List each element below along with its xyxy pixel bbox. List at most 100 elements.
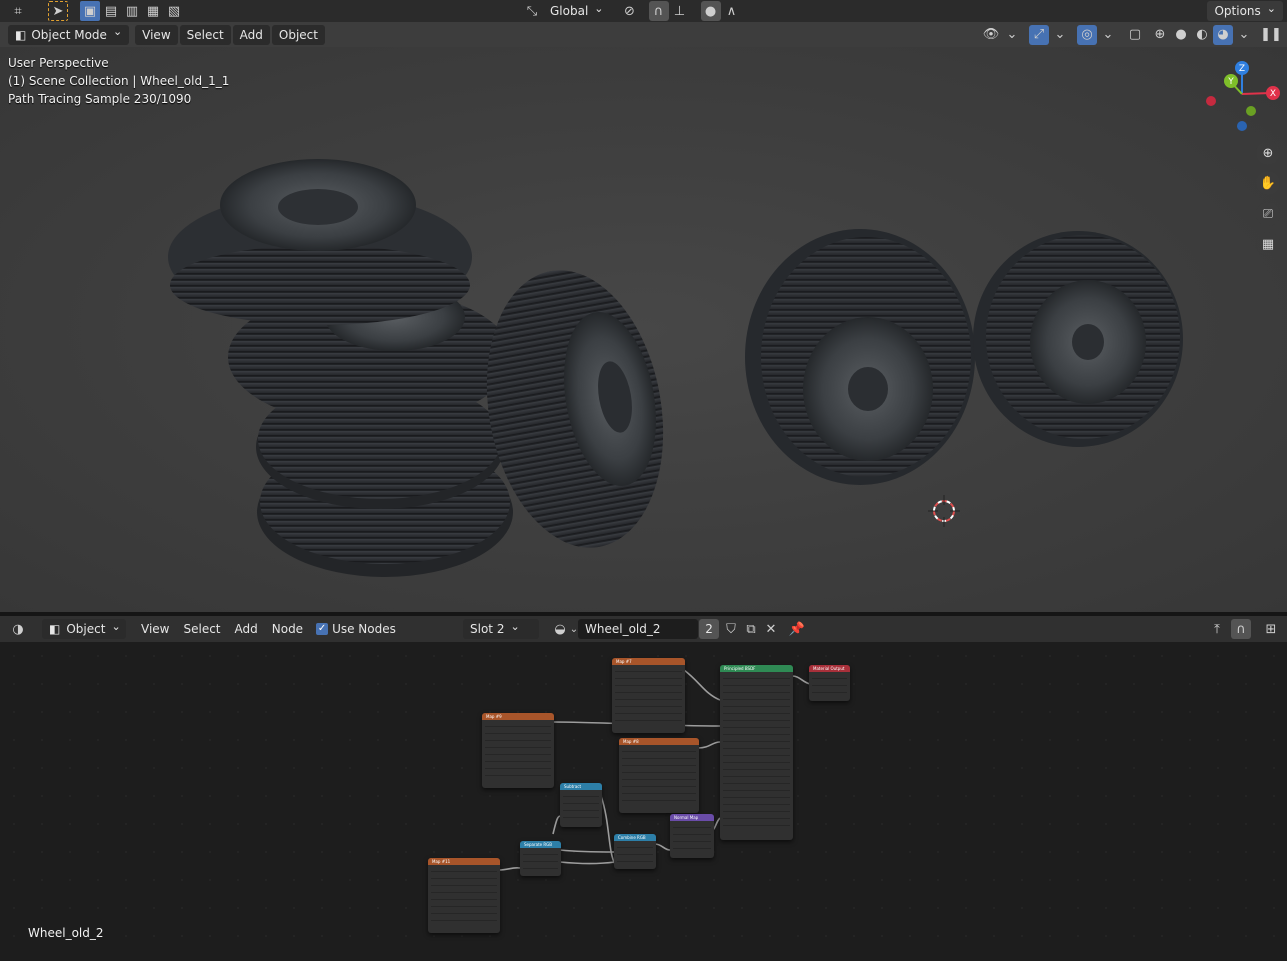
use-nodes-label: Use Nodes (332, 622, 396, 636)
pause-render-icon[interactable]: ❚❚ (1260, 25, 1282, 45)
viewport-shading-group: 👁 ⌄ ⤢ ⌄ ◎ ⌄ ▢ ⊕ ● ◐ ◕ ⌄ ❚❚ (981, 24, 1282, 45)
editor-type-icon[interactable]: ⌗ (8, 1, 28, 21)
node-header: Map #7 (612, 658, 685, 665)
pan-hand-icon[interactable]: ✋ (1256, 171, 1280, 195)
orientation-dropdown[interactable]: Global (543, 1, 611, 21)
shader-type-icon: ◧ (49, 622, 61, 636)
duplicate-material-icon[interactable]: ⧉ (741, 619, 761, 639)
math-subtract-node[interactable]: Subtract (560, 783, 602, 827)
xray-icon[interactable]: ▢ (1125, 25, 1145, 45)
ortho-grid-icon[interactable]: ▦ (1256, 232, 1280, 256)
node-header: Combine RGB (614, 834, 656, 841)
top-header: ⌗ ➤ ▣ ▤ ▥ ▦ ▧ ⤡ Global ⊘ ∩ ⊥ ● ∧ Options (0, 0, 1287, 22)
pivot-icon[interactable]: ⊘ (620, 1, 640, 21)
select-tool-icon[interactable]: ➤ (48, 1, 68, 21)
add-menu[interactable]: Add (232, 24, 270, 45)
node-editor-header: ◑ ◧ Object View Select Add Node ✓ Use No… (0, 616, 1287, 642)
overlay-toggle-icon[interactable]: ◎ (1077, 24, 1097, 45)
gizmo-neg-x[interactable] (1206, 96, 1216, 106)
node-add-menu[interactable]: Add (228, 619, 265, 639)
image-texture-node-map7[interactable]: Map #7 (612, 658, 685, 733)
select-extend-icon[interactable]: ▤ (101, 1, 121, 21)
material-output-node[interactable]: Material Output (809, 665, 850, 701)
material-name-field[interactable]: Wheel_old_2 (578, 619, 698, 639)
gizmo-y-label: Y (1227, 77, 1234, 87)
use-nodes-checkbox[interactable]: ✓ Use Nodes (316, 622, 396, 636)
snap-icon[interactable]: ∩ (648, 1, 669, 21)
navigation-gizmo[interactable]: Z X Y (1202, 59, 1282, 139)
checkbox-icon: ✓ (316, 623, 329, 635)
mode-label: Object Mode (31, 27, 107, 42)
snap-target-icon[interactable]: ⊥ (670, 1, 690, 21)
gizmo-toggle-icon[interactable]: ⤢ (1029, 24, 1049, 45)
unlink-material-icon[interactable]: ✕ (761, 619, 781, 639)
gizmo-neg-z[interactable] (1237, 121, 1247, 131)
gizmo-x-label: X (1270, 89, 1276, 99)
gizmo-neg-y[interactable] (1246, 106, 1256, 116)
overlay-dropdown-icon[interactable]: ⌄ (1098, 25, 1118, 45)
select-new-icon[interactable]: ▣ (80, 1, 100, 21)
node-editor-canvas[interactable]: Map #9 Map #7 Map #8 Principled BSDF Mat… (0, 642, 1287, 961)
node-header: Map #9 (482, 713, 554, 720)
select-intersect-icon[interactable]: ▧ (164, 1, 184, 21)
mode-icon: ◧ (15, 27, 27, 42)
node-header: Normal Map (670, 814, 714, 821)
viewport-header: ◧ Object Mode View Select Add Object 👁 ⌄… (0, 22, 1287, 47)
node-select-menu[interactable]: Select (176, 619, 227, 639)
image-texture-node-map9[interactable]: Map #9 (482, 713, 554, 788)
node-snap-dropdown-icon[interactable]: ⊞ (1261, 619, 1281, 639)
material-name-overlay: Wheel_old_2 (28, 926, 104, 940)
node-view-menu[interactable]: View (134, 619, 176, 639)
select-subtract-icon[interactable]: ▥ (122, 1, 142, 21)
falloff-icon[interactable]: ∧ (722, 1, 742, 21)
node-header: Separate RGB (520, 841, 561, 848)
select-invert-icon[interactable]: ▦ (143, 1, 163, 21)
selection-mode-group: ▣ ▤ ▥ ▦ ▧ (80, 1, 184, 21)
node-header: Material Output (809, 665, 850, 672)
image-texture-node-map8[interactable]: Map #8 (619, 738, 699, 813)
node-editor-type-icon[interactable]: ◑ (8, 619, 28, 639)
camera-view-icon[interactable]: ⎚ (1256, 202, 1280, 226)
shader-type-label: Object (66, 622, 106, 636)
select-menu[interactable]: Select (179, 24, 231, 45)
material-shading-icon[interactable]: ◐ (1192, 25, 1212, 45)
parent-node-tree-icon[interactable]: ⤒ (1207, 619, 1227, 639)
image-texture-node-map11[interactable]: Map #11 (428, 858, 500, 933)
3d-viewport[interactable]: User Perspective (1) Scene Collection | … (0, 47, 1287, 612)
tire-scene (168, 159, 1183, 577)
user-count[interactable]: 2 (699, 619, 719, 639)
fake-user-shield-icon[interactable]: ⛉ (721, 619, 741, 639)
object-menu[interactable]: Object (271, 24, 325, 45)
mode-dropdown[interactable]: ◧ Object Mode (8, 24, 130, 45)
slot-dropdown[interactable]: Slot 2 (463, 619, 539, 639)
gizmo-dropdown-icon[interactable]: ⌄ (1050, 25, 1070, 45)
principled-bsdf-node[interactable]: Principled BSDF (720, 665, 793, 840)
node-node-menu[interactable]: Node (265, 619, 310, 639)
separate-rgb-node[interactable]: Separate RGB (520, 841, 561, 876)
node-header: Map #11 (428, 858, 500, 865)
stack-tire-top[interactable] (168, 159, 472, 325)
node-header: Subtract (560, 783, 602, 790)
proportional-edit-icon[interactable]: ● (700, 1, 721, 21)
view-menu[interactable]: View (135, 24, 178, 45)
visibility-icon[interactable]: 👁 (981, 25, 1001, 45)
transform-group: ⤡ Global ⊘ ∩ ⊥ ● ∧ (522, 1, 742, 21)
rendered-shading-icon[interactable]: ◕ (1213, 24, 1233, 45)
node-snap-icon[interactable]: ∩ (1231, 619, 1251, 639)
3d-cursor[interactable] (928, 495, 960, 527)
visibility-dropdown-icon[interactable]: ⌄ (1002, 25, 1022, 45)
standing-tire-right[interactable] (973, 231, 1183, 447)
shader-type-dropdown[interactable]: ◧ Object (42, 619, 126, 639)
shading-dropdown-icon[interactable]: ⌄ (1234, 25, 1254, 45)
combine-rgb-node[interactable]: Combine RGB (614, 834, 656, 869)
options-dropdown[interactable]: Options (1207, 1, 1283, 21)
node-header: Principled BSDF (720, 665, 793, 672)
node-header: Map #8 (619, 738, 699, 745)
wireframe-shading-icon[interactable]: ⊕ (1150, 25, 1170, 45)
zoom-icon[interactable]: ⊕ (1256, 141, 1280, 165)
normal-map-node[interactable]: Normal Map (670, 814, 714, 858)
pin-icon[interactable]: 📌 (787, 619, 807, 639)
standing-tire-left[interactable] (745, 229, 975, 485)
solid-shading-icon[interactable]: ● (1171, 25, 1191, 45)
gizmo-z-label: Z (1239, 64, 1245, 74)
